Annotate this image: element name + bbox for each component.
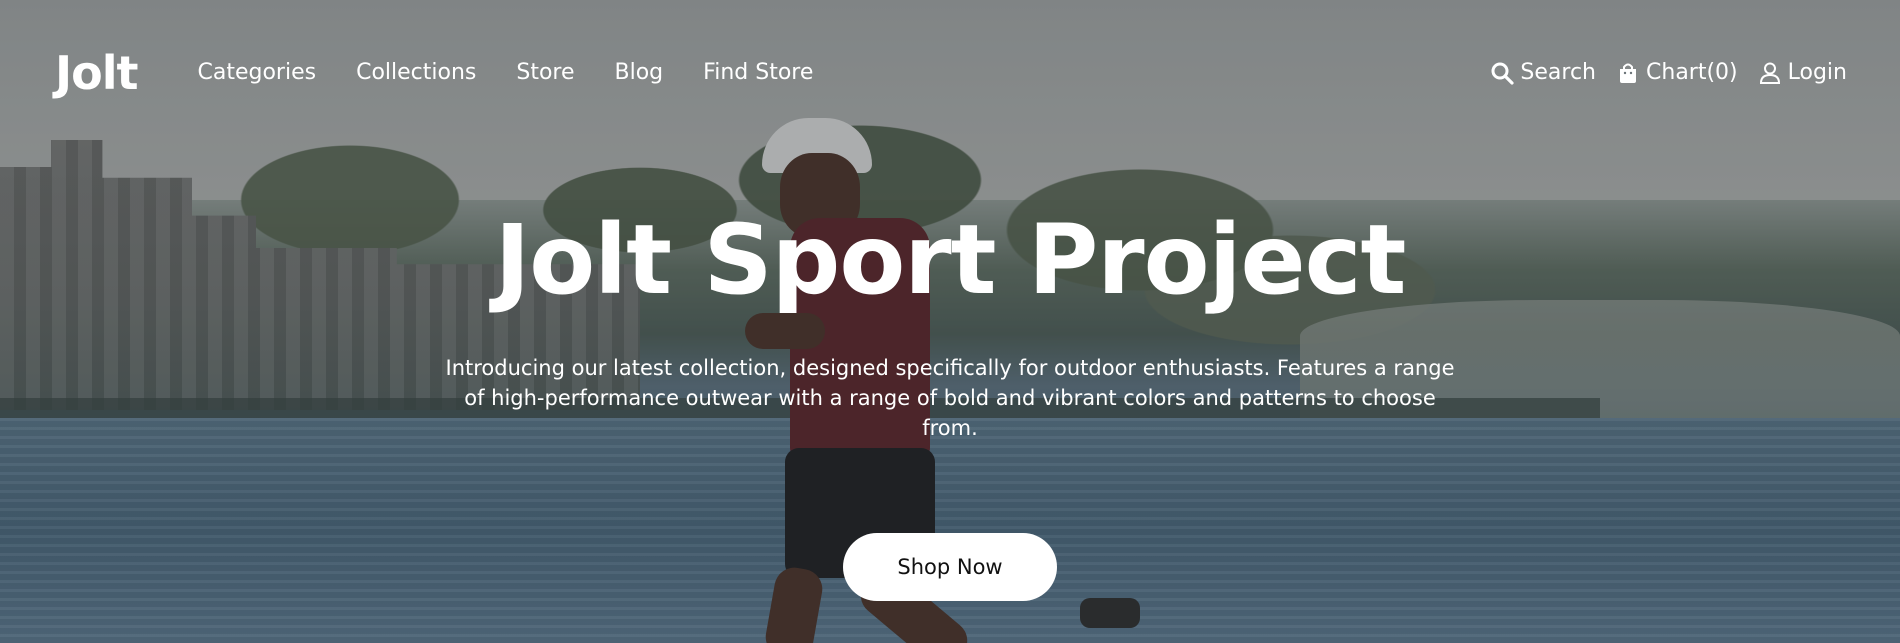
cart-label: Chart(0) — [1646, 60, 1738, 85]
nav-link-blog[interactable]: Blog — [615, 60, 664, 85]
hero-title: Jolt Sport Project — [494, 204, 1407, 316]
login-button[interactable]: Login — [1758, 60, 1847, 85]
hero-description: Introducing our latest collection, desig… — [445, 356, 1455, 440]
shopping-bag-icon — [1620, 63, 1637, 83]
user-icon — [1759, 62, 1780, 84]
nav-link-collections[interactable]: Collections — [356, 60, 476, 85]
nav-actions: Search Chart(0) Login — [1490, 60, 1847, 85]
nav-link-store[interactable]: Store — [516, 60, 574, 85]
cart-button[interactable]: Chart(0) — [1616, 60, 1738, 85]
brand-logo[interactable]: Jolt — [55, 46, 138, 100]
search-icon — [1491, 62, 1515, 85]
hero-section: Jolt Categories Collections Store Blog F… — [0, 0, 1900, 643]
search-label: Search — [1520, 60, 1597, 85]
hero-content: Jolt Sport Project Introducing our lates… — [0, 205, 1900, 601]
top-navigation: Jolt Categories Collections Store Blog F… — [0, 0, 1900, 145]
nav-link-find-store[interactable]: Find Store — [703, 60, 813, 85]
login-label: Login — [1787, 60, 1847, 85]
nav-link-categories[interactable]: Categories — [197, 60, 316, 85]
search-button[interactable]: Search — [1490, 60, 1596, 85]
main-nav-links: Categories Collections Store Blog Find S… — [197, 60, 813, 85]
shop-now-button[interactable]: Shop Now — [843, 533, 1057, 601]
